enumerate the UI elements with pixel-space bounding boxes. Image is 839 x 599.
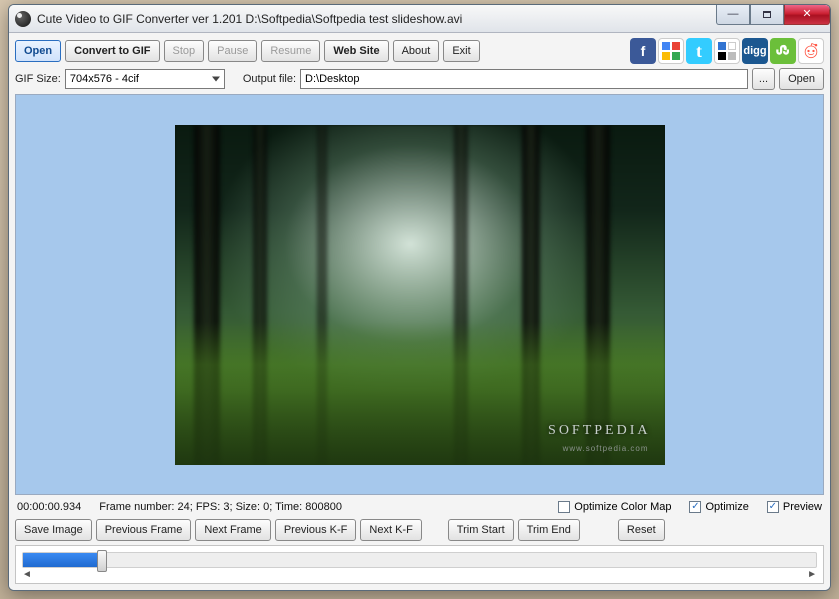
open-output-button[interactable]: Open [779,68,824,90]
trim-end-button[interactable]: Trim End [518,519,580,541]
timecode: 00:00:00.934 [17,501,81,513]
frame-buttons-row: Save Image Previous Frame Next Frame Pre… [15,519,824,541]
slider-fill [23,553,102,567]
reddit-icon[interactable] [798,38,824,64]
website-button[interactable]: Web Site [324,40,388,62]
about-button[interactable]: About [393,40,440,62]
next-keyframe-button[interactable]: Next K-F [360,519,421,541]
stumbleupon-icon[interactable] [770,38,796,64]
preview-watermark-sub: www.softpedia.com [563,444,649,453]
gif-size-combo[interactable]: 704x576 - 4cif [65,69,225,89]
minimize-button[interactable]: — [716,5,750,25]
save-image-button[interactable]: Save Image [15,519,92,541]
app-window: Cute Video to GIF Converter ver 1.201 D:… [8,4,831,591]
checkbox-icon [558,501,570,513]
browse-button[interactable]: ... [752,68,775,90]
timeline-slider[interactable]: ◄ ► [15,545,824,584]
maximize-button[interactable] [750,5,784,25]
facebook-icon[interactable]: f [630,38,656,64]
previous-keyframe-button[interactable]: Previous K-F [275,519,357,541]
twitter-icon[interactable]: t [686,38,712,64]
previous-frame-button[interactable]: Previous Frame [96,519,192,541]
reset-button[interactable]: Reset [618,519,665,541]
mark-right-icon: ► [807,569,817,580]
convert-to-gif-button[interactable]: Convert to GIF [65,40,159,62]
open-button[interactable]: Open [15,40,61,62]
optimize-colormap-checkbox[interactable]: Optimize Color Map [558,501,671,513]
window-controls: — ✕ [716,5,830,25]
checkbox-icon [767,501,779,513]
slider-thumb[interactable] [97,550,107,572]
next-frame-button[interactable]: Next Frame [195,519,270,541]
output-file-label: Output file: [243,73,296,85]
close-button[interactable]: ✕ [784,5,830,25]
main-toolbar: Open Convert to GIF Stop Pause Resume We… [15,38,824,64]
gif-size-label: GIF Size: [15,73,61,85]
video-frame: SOFTPEDIA www.softpedia.com [175,125,665,465]
preview-area: SOFTPEDIA www.softpedia.com [15,94,824,495]
exit-button[interactable]: Exit [443,40,479,62]
mark-left-icon: ◄ [22,569,32,580]
client-area: Open Convert to GIF Stop Pause Resume We… [9,33,830,590]
resume-button[interactable]: Resume [261,40,320,62]
preview-watermark: SOFTPEDIA [548,423,650,439]
pause-button[interactable]: Pause [208,40,257,62]
stop-button[interactable]: Stop [164,40,205,62]
checkbox-icon [689,501,701,513]
chevron-down-icon [212,77,220,82]
google-icon[interactable] [658,38,684,64]
settings-row: GIF Size: 704x576 - 4cif Output file: D:… [15,68,824,90]
trim-start-button[interactable]: Trim Start [448,519,514,541]
frame-info: Frame number: 24; FPS: 3; Size: 0; Time:… [99,501,342,513]
slider-marks: ◄ ► [22,568,817,581]
digg-icon[interactable]: digg [742,38,768,64]
output-file-input[interactable]: D:\Desktop [300,69,748,89]
preview-checkbox[interactable]: Preview [767,501,822,513]
optimize-checkbox[interactable]: Optimize [689,501,748,513]
window-title: Cute Video to GIF Converter ver 1.201 D:… [37,12,462,26]
titlebar: Cute Video to GIF Converter ver 1.201 D:… [9,5,830,33]
slider-track[interactable] [22,552,817,568]
app-icon [15,11,31,27]
delicious-icon[interactable] [714,38,740,64]
social-bar: f t digg [630,38,824,64]
gif-size-value: 704x576 - 4cif [70,73,139,85]
status-row: 00:00:00.934 Frame number: 24; FPS: 3; S… [15,499,824,515]
output-file-value: D:\Desktop [305,73,359,85]
